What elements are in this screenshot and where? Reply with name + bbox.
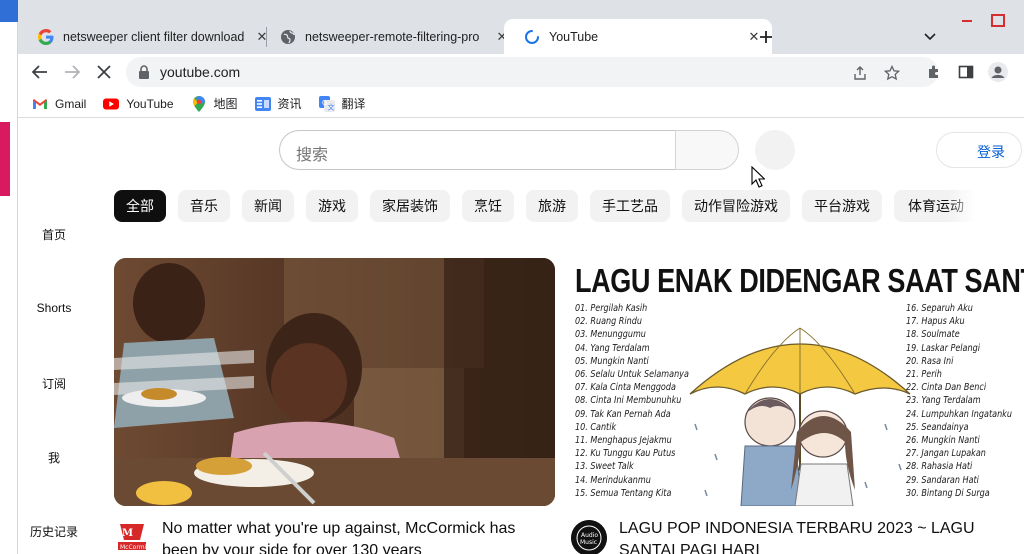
stop-loading-button[interactable] <box>92 60 116 84</box>
lock-icon[interactable] <box>138 65 150 84</box>
search-input[interactable]: 搜索 <box>279 130 676 170</box>
bookmarks-bar: Gmail YouTube 地图 资讯 G文 翻译 <box>18 90 1024 118</box>
chip-music[interactable]: 音乐 <box>178 190 230 222</box>
news-icon <box>254 96 271 112</box>
chip-travel[interactable]: 旅游 <box>526 190 578 222</box>
bookmark-translate[interactable]: G文 翻译 <box>318 95 366 112</box>
bookmark-news[interactable]: 资讯 <box>254 95 302 112</box>
back-button[interactable] <box>28 60 52 84</box>
tab-youtube[interactable]: YouTube ✕ <box>504 19 772 54</box>
video-title-lagu[interactable]: LAGU POP INDONESIA TERBARU 2023 ~ LAGU S… <box>619 518 975 554</box>
tab-title: netsweeper client filter download <box>63 29 245 44</box>
thumbnail-headline: LAGU ENAK DIDENGAR SAAT SANTAI <box>575 262 1024 299</box>
chip-platformer[interactable]: 平台游戏 <box>802 190 882 222</box>
chip-crafts[interactable]: 手工艺品 <box>590 190 670 222</box>
sign-in-button[interactable]: 登录 <box>936 132 1022 168</box>
url-text: youtube.com <box>160 64 241 80</box>
svg-text:M: M <box>122 528 133 539</box>
bookmark-label: Gmail <box>55 96 87 111</box>
filter-chip-bar: 全部 音乐 新闻 游戏 家居装饰 烹饪 旅游 手工艺品 动作冒险游戏 平台游戏 … <box>114 190 974 222</box>
bookmark-label: 翻译 <box>341 97 366 111</box>
bookmark-maps[interactable]: 地图 <box>191 95 238 112</box>
sidebar-item-subscriptions[interactable]: 订阅 <box>18 375 90 392</box>
bookmark-youtube[interactable]: YouTube <box>103 96 174 112</box>
sign-in-label: 登录 <box>977 144 1005 160</box>
profile-avatar-icon[interactable] <box>986 60 1010 84</box>
tab-title: netsweeper-remote-filtering-pro <box>305 29 480 44</box>
video-thumbnail-lagu[interactable]: LAGU ENAK DIDENGAR SAAT SANTAI 01. Pergi… <box>573 258 1024 506</box>
chip-all[interactable]: 全部 <box>114 190 166 222</box>
bookmark-label: 地图 <box>213 97 238 111</box>
tab-search-button[interactable] <box>918 26 942 48</box>
sidebar-item-history[interactable]: 历史记录 <box>18 523 90 540</box>
youtube-icon <box>103 96 120 112</box>
bookmark-gmail[interactable]: Gmail <box>32 96 86 112</box>
umbrella-couple-illustration <box>689 327 911 506</box>
gmail-icon <box>32 96 48 112</box>
channel-avatar-lagu[interactable]: Audio Music <box>571 520 607 554</box>
side-panel-icon[interactable] <box>954 60 978 84</box>
google-icon <box>38 28 54 45</box>
chip-gaming[interactable]: 游戏 <box>306 190 358 222</box>
tab-netsweeper-remote[interactable]: netsweeper-remote-filtering-pro ✕ <box>260 19 520 54</box>
search-button[interactable] <box>675 130 739 170</box>
loading-spinner-icon <box>524 29 540 45</box>
voice-search-button[interactable] <box>755 130 795 170</box>
sidebar-item-home[interactable]: 首页 <box>18 226 90 243</box>
chip-action-adventure[interactable]: 动作冒险游戏 <box>682 190 790 222</box>
address-bar[interactable]: youtube.com <box>126 57 938 87</box>
translate-icon: G文 <box>318 95 335 112</box>
browser-toolbar: youtube.com <box>18 54 1024 90</box>
video-title-mccormick[interactable]: No matter what you're up against, McCorm… <box>162 518 515 554</box>
svg-text:文: 文 <box>327 102 334 111</box>
chip-home-decor[interactable]: 家居装饰 <box>370 190 450 222</box>
forward-button[interactable] <box>60 60 84 84</box>
mccormick-logo-icon: M McCormick <box>114 520 150 554</box>
youtube-page: 搜索 登录 全部 音乐 新闻 游戏 家居装饰 烹饪 旅游 手工艺品 动作冒险游戏… <box>18 119 1024 554</box>
sidebar-item-shorts[interactable]: Shorts <box>18 301 90 315</box>
plus-icon <box>760 31 772 43</box>
maximize-button[interactable] <box>990 12 1005 27</box>
arrow-left-icon <box>32 65 47 79</box>
tab-title: YouTube <box>549 29 599 44</box>
arrow-right-icon <box>65 65 80 79</box>
music-channel-logo-icon: AudioMusic <box>571 520 607 554</box>
star-icon[interactable] <box>882 63 902 83</box>
svg-text:McCormick: McCormick <box>120 544 150 551</box>
close-icon <box>97 65 111 79</box>
chevron-down-icon <box>924 33 936 41</box>
song-list-right: 16. Separuh Aku 17. Hapus Aku 18. Soulma… <box>906 303 1012 499</box>
chip-news[interactable]: 新闻 <box>242 190 294 222</box>
new-tab-button[interactable] <box>753 24 779 50</box>
search-placeholder: 搜索 <box>296 147 329 164</box>
bookmark-label: YouTube <box>126 96 174 111</box>
tab-netsweeper-search[interactable]: netsweeper client filter download ✕ <box>18 19 280 54</box>
share-icon[interactable] <box>850 63 870 83</box>
tab-strip: netsweeper client filter download ✕ nets… <box>18 0 1024 54</box>
browser-window: netsweeper client filter download ✕ nets… <box>18 0 1024 554</box>
mouse-cursor-icon <box>751 165 766 193</box>
extensions-icon[interactable] <box>922 60 946 84</box>
svg-text:Audio: Audio <box>581 532 598 539</box>
song-list-left: 01. Pergilah Kasih 02. Ruang Rindu 03. M… <box>575 303 689 499</box>
background-window-edge <box>0 0 18 554</box>
bookmark-label: 资讯 <box>277 97 302 111</box>
video-thumbnail-mccormick[interactable] <box>114 258 555 506</box>
chip-cooking[interactable]: 烹饪 <box>462 190 514 222</box>
channel-avatar-mccormick[interactable]: M McCormick <box>114 520 150 554</box>
svg-text:Music: Music <box>580 539 597 546</box>
minimize-button[interactable] <box>960 12 974 26</box>
globe-icon <box>280 29 296 45</box>
maps-icon <box>191 95 207 112</box>
sidebar-item-you[interactable]: 我 <box>18 449 90 466</box>
